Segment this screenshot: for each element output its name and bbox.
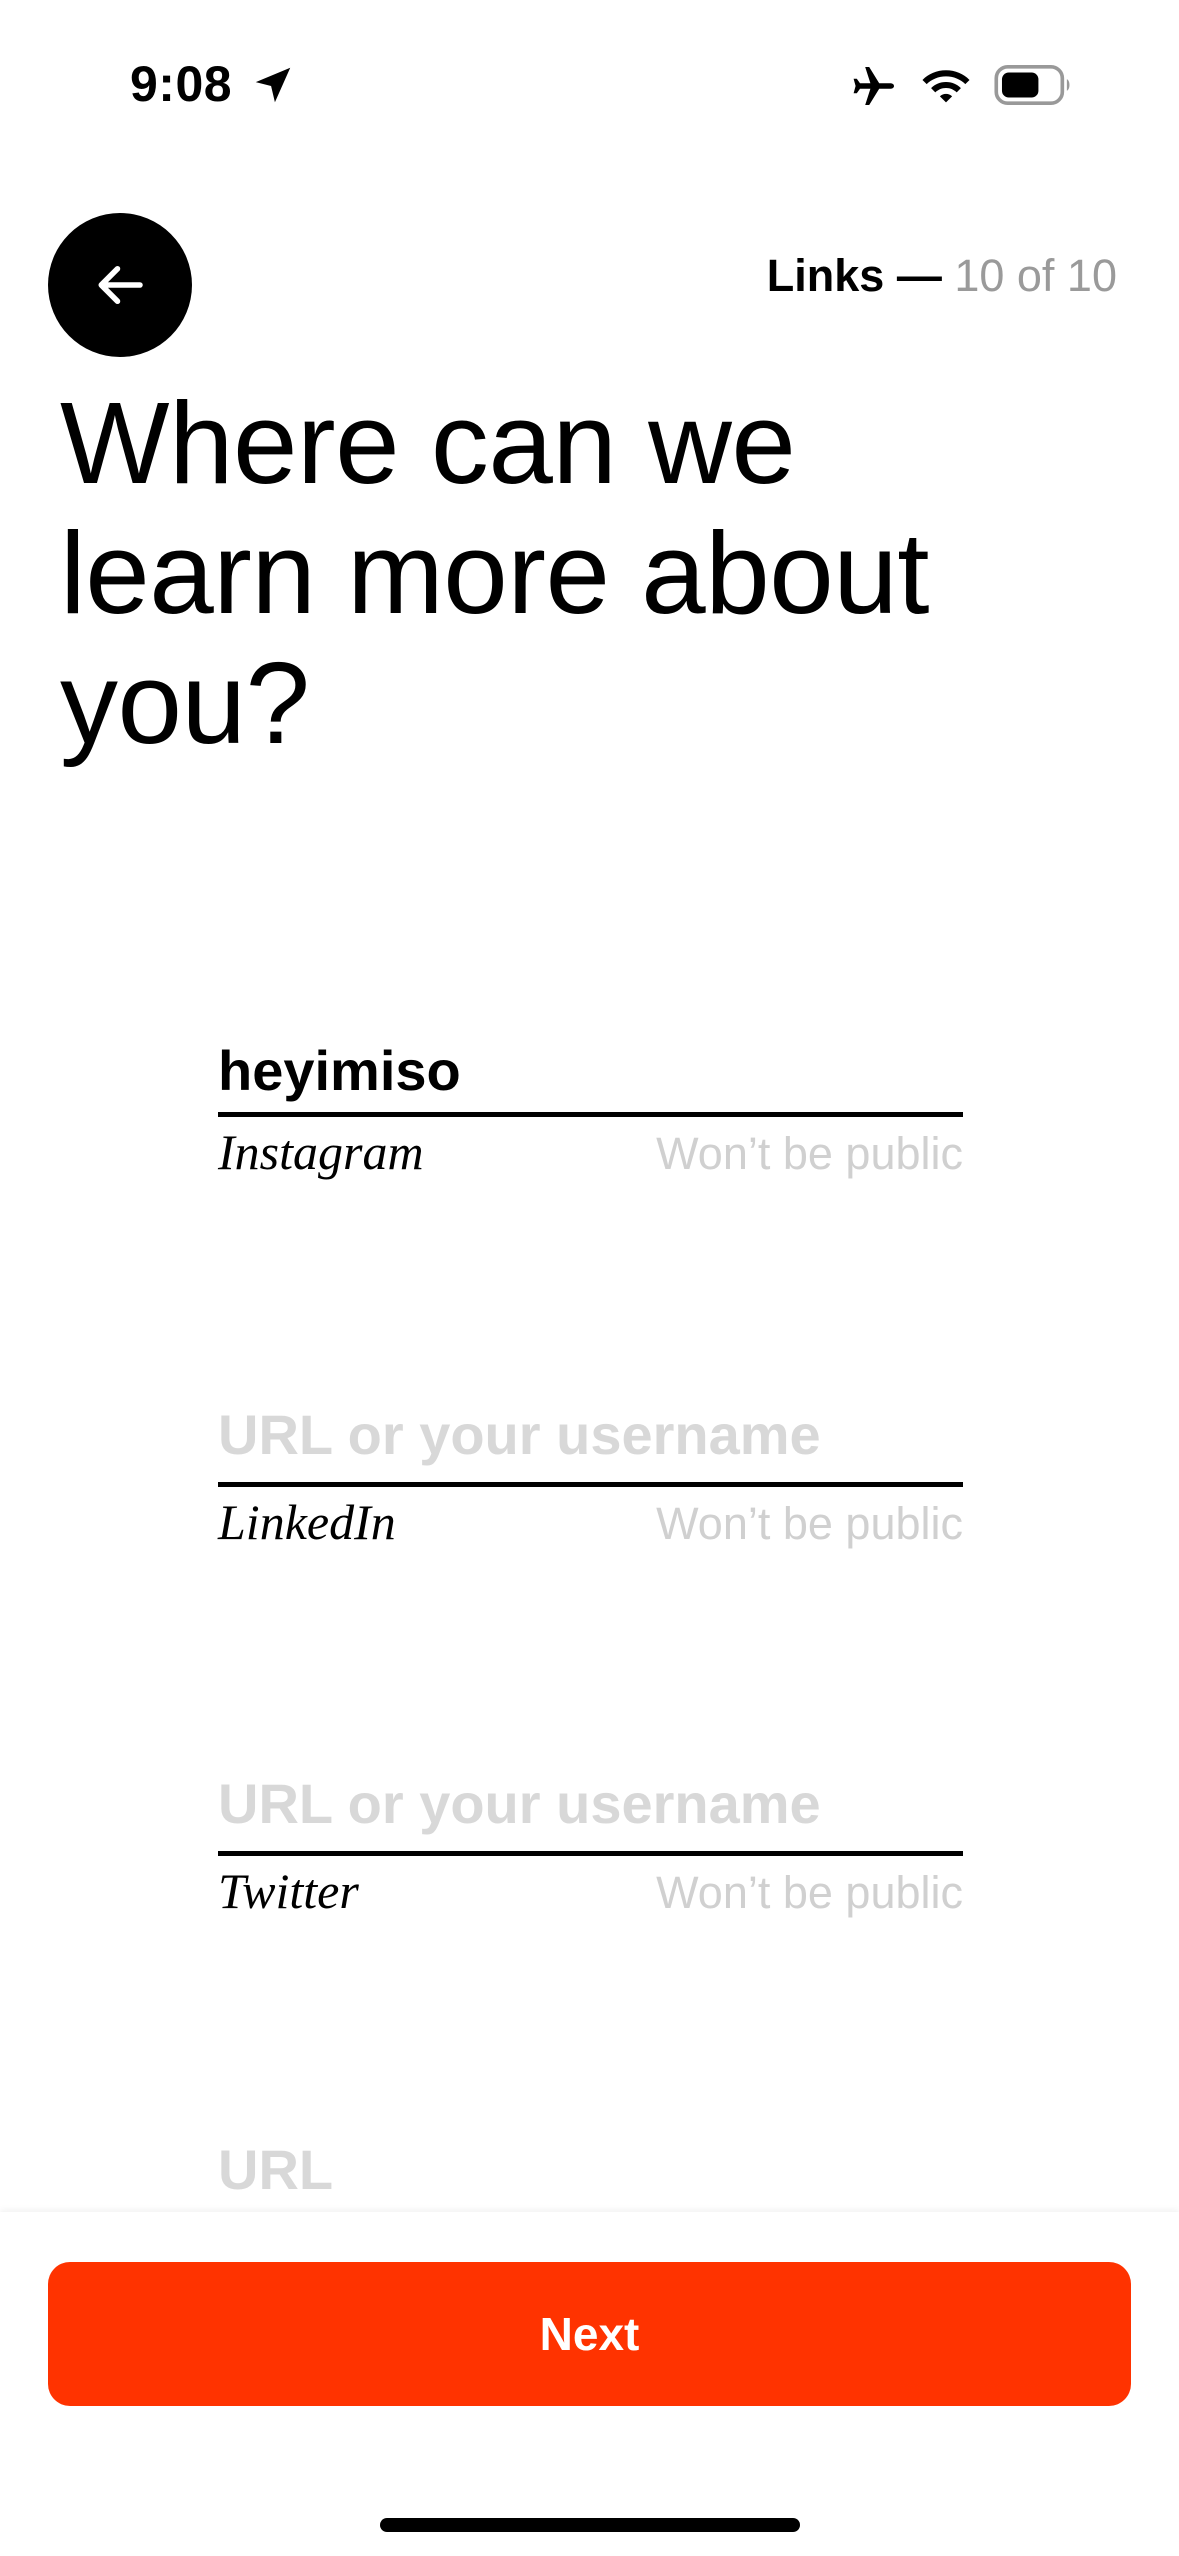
step-indicator: Links — 10 of 10 bbox=[767, 250, 1117, 302]
field-label: Twitter bbox=[218, 1863, 359, 1919]
field-label: LinkedIn bbox=[218, 1494, 396, 1550]
title-line: you? bbox=[60, 638, 310, 768]
field-underline bbox=[218, 1851, 963, 1856]
linkedin-input[interactable]: URL or your username bbox=[218, 1402, 963, 1478]
title-line: learn more about bbox=[60, 508, 929, 638]
title-line: Where can we bbox=[60, 378, 796, 508]
field-meta: Instagram Won’t be public bbox=[218, 1123, 963, 1181]
instagram-input[interactable] bbox=[218, 1032, 963, 1108]
location-arrow-icon bbox=[255, 67, 291, 103]
field-meta: LinkedIn Won’t be public bbox=[218, 1493, 963, 1551]
step-label: Links bbox=[766, 250, 885, 301]
field-label: Instagram bbox=[218, 1124, 424, 1180]
page-title: Where can we learn more about you? bbox=[60, 378, 1120, 768]
website-input[interactable]: URL bbox=[218, 2137, 963, 2213]
home-indicator[interactable] bbox=[380, 2518, 800, 2532]
back-button[interactable] bbox=[48, 213, 192, 357]
status-bar: 9:08 bbox=[0, 0, 1179, 170]
instagram-field: Instagram Won’t be public bbox=[218, 1032, 963, 1181]
field-underline bbox=[218, 1482, 963, 1487]
privacy-note: Won’t be public bbox=[656, 1498, 963, 1549]
twitter-field: URL or your username Twitter Won’t be pu… bbox=[218, 1771, 963, 1920]
twitter-input[interactable]: URL or your username bbox=[218, 1771, 963, 1847]
wifi-icon bbox=[922, 70, 970, 103]
privacy-note: Won’t be public bbox=[656, 1867, 963, 1918]
battery-icon bbox=[994, 64, 1070, 106]
field-underline bbox=[218, 1112, 963, 1117]
privacy-note: Won’t be public bbox=[656, 1128, 963, 1179]
arrow-left-icon bbox=[98, 266, 143, 304]
linkedin-field: URL or your username LinkedIn Won’t be p… bbox=[218, 1402, 963, 1551]
bottom-bar: Next bbox=[0, 2212, 1179, 2556]
website-field: URL bbox=[218, 2137, 963, 2213]
airplane-icon bbox=[853, 67, 894, 105]
step-dash: — bbox=[896, 250, 942, 301]
field-meta: Twitter Won’t be public bbox=[218, 1862, 963, 1920]
status-time: 9:08 bbox=[130, 56, 233, 112]
next-button[interactable]: Next bbox=[48, 2262, 1131, 2406]
step-count: 10 of 10 bbox=[954, 250, 1117, 301]
